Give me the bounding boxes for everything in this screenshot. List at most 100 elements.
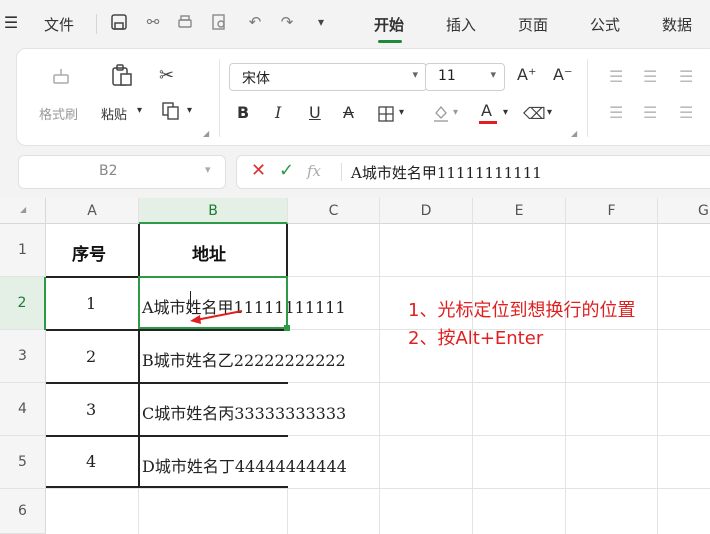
name-box[interactable]: B2 ▾ — [18, 155, 226, 189]
row-header-1[interactable]: 1 — [0, 224, 46, 277]
fill-color-icon[interactable] — [431, 103, 451, 127]
row-selection-indicator — [44, 277, 46, 330]
formula-input[interactable]: A城市姓名甲11111111111 — [351, 162, 542, 183]
row-header-5[interactable]: 5 — [0, 436, 46, 489]
active-tab-indicator — [378, 40, 402, 43]
column-header-a[interactable]: A — [46, 198, 139, 224]
address-cell[interactable]: B城市姓名乙22222222222 — [142, 347, 346, 371]
fill-handle[interactable] — [284, 325, 290, 331]
column-header-d[interactable]: D — [380, 198, 473, 224]
row-header-2[interactable]: 2 — [0, 277, 46, 330]
table-border — [286, 224, 288, 276]
formula-divider — [341, 163, 342, 181]
font-size-select[interactable]: 11 ▾ — [425, 63, 505, 91]
underline-button[interactable]: U — [309, 103, 321, 122]
tab-data[interactable]: 数据 — [662, 14, 692, 35]
spreadsheet-grid: ◢ A B C D E F G 1 2 3 4 5 6 序号 地址 1 2 3 … — [0, 198, 710, 534]
fill-color-dropdown-icon[interactable]: ▾ — [453, 107, 458, 118]
borders-dropdown-icon[interactable]: ▾ — [399, 107, 404, 118]
eraser-icon[interactable]: ⌫ — [523, 104, 546, 123]
menubar-divider — [96, 14, 97, 34]
address-cell[interactable]: C城市姓名丙33333333333 — [142, 400, 346, 424]
table-cell-index[interactable]: 3 — [86, 400, 96, 419]
table-cell-index[interactable]: 4 — [86, 452, 96, 471]
tab-page[interactable]: 页面 — [518, 14, 548, 35]
chevron-down-icon[interactable]: ▾ — [310, 11, 332, 33]
table-cell-index[interactable]: 1 — [86, 294, 96, 313]
link-icon[interactable]: ⚯ — [142, 11, 164, 33]
annotation-step-2: 2、按Alt+Enter — [408, 328, 544, 349]
ribbon-toolbar: 格式刷 粘贴 ▾ ✂ ▾ ◢ 宋体 ▾ 11 ▾ A⁺ A⁻ B I U A ▾… — [16, 48, 710, 146]
hamburger-menu-icon[interactable]: ☰ — [0, 11, 22, 33]
cancel-icon[interactable]: ✕ — [251, 160, 266, 181]
paste-label[interactable]: 粘贴 — [101, 104, 127, 123]
table-cell-index[interactable]: 2 — [86, 347, 96, 366]
annotation-arrow-icon — [190, 310, 243, 324]
column-header-f[interactable]: F — [566, 198, 658, 224]
cell-reference: B2 — [99, 163, 118, 179]
font-color-bar — [479, 121, 497, 124]
table-border — [46, 382, 288, 384]
ribbon-divider — [219, 59, 220, 137]
address-cell[interactable]: D城市姓名丁44444444444 — [142, 453, 347, 477]
format-painter-label[interactable]: 格式刷 — [39, 104, 78, 123]
print-icon[interactable] — [174, 11, 196, 33]
print-preview-icon[interactable] — [208, 11, 230, 33]
tab-insert[interactable]: 插入 — [446, 14, 476, 35]
corner-triangle-icon: ◢ — [20, 205, 27, 214]
column-header-g[interactable]: G — [658, 198, 710, 224]
header-cell-index[interactable]: 序号 — [72, 240, 106, 265]
select-all-corner[interactable]: ◢ — [0, 198, 46, 224]
eraser-dropdown-icon[interactable]: ▾ — [547, 107, 552, 118]
table-border — [138, 224, 140, 276]
align-top-icon[interactable]: ☰ — [609, 67, 623, 86]
save-icon[interactable] — [108, 11, 130, 33]
font-launcher-icon[interactable]: ◢ — [571, 129, 577, 138]
chevron-down-icon: ▾ — [490, 68, 496, 81]
copy-icon[interactable] — [161, 101, 181, 125]
function-icon[interactable]: fx — [307, 162, 321, 180]
confirm-icon[interactable]: ✓ — [279, 160, 294, 181]
ribbon-divider — [587, 59, 588, 137]
copy-dropdown-icon[interactable]: ▾ — [187, 105, 192, 116]
italic-button[interactable]: I — [275, 103, 281, 122]
menu-bar: ☰ 文件 ⚯ ↶ ↷ ▾ 开始 插入 页面 公式 数据 — [0, 0, 710, 48]
format-painter-icon[interactable] — [49, 65, 73, 93]
strikethrough-button[interactable]: A — [343, 103, 354, 122]
increase-font-button[interactable]: A⁺ — [517, 65, 536, 84]
column-header-c[interactable]: C — [288, 198, 380, 224]
paste-icon[interactable] — [109, 63, 135, 93]
align-left-icon[interactable]: ☰ — [609, 103, 623, 122]
align-right-icon[interactable]: ☰ — [679, 103, 693, 122]
table-border — [46, 486, 288, 488]
font-size-value: 11 — [438, 68, 456, 84]
row-header-3[interactable]: 3 — [0, 330, 46, 383]
borders-icon[interactable] — [377, 105, 395, 127]
tab-home[interactable]: 开始 — [374, 14, 404, 35]
column-header-b[interactable]: B — [139, 198, 288, 224]
decrease-font-button[interactable]: A⁻ — [553, 65, 572, 84]
redo-icon[interactable]: ↷ — [276, 11, 298, 33]
row-header-4[interactable]: 4 — [0, 383, 46, 436]
font-name-value: 宋体 — [242, 71, 270, 87]
row-header-6[interactable]: 6 — [0, 489, 46, 534]
table-border — [46, 329, 288, 331]
cut-icon[interactable]: ✂ — [159, 65, 174, 86]
undo-icon[interactable]: ↶ — [244, 11, 266, 33]
align-bottom-icon[interactable]: ☰ — [679, 67, 693, 86]
tab-formula[interactable]: 公式 — [590, 14, 620, 35]
chevron-down-icon[interactable]: ▾ — [205, 163, 211, 176]
bold-button[interactable]: B — [237, 103, 249, 122]
table-border — [46, 435, 288, 437]
paste-dropdown-icon[interactable]: ▾ — [137, 105, 142, 116]
align-middle-icon[interactable]: ☰ — [643, 67, 657, 86]
font-name-select[interactable]: 宋体 ▾ — [229, 63, 427, 91]
chevron-down-icon: ▾ — [412, 68, 418, 81]
header-cell-address[interactable]: 地址 — [192, 240, 226, 265]
clipboard-launcher-icon[interactable]: ◢ — [203, 129, 209, 138]
file-menu[interactable]: 文件 — [44, 14, 74, 35]
align-center-icon[interactable]: ☰ — [643, 103, 657, 122]
column-header-e[interactable]: E — [473, 198, 566, 224]
font-color-button[interactable]: A — [481, 101, 492, 120]
font-color-dropdown-icon[interactable]: ▾ — [503, 107, 508, 118]
